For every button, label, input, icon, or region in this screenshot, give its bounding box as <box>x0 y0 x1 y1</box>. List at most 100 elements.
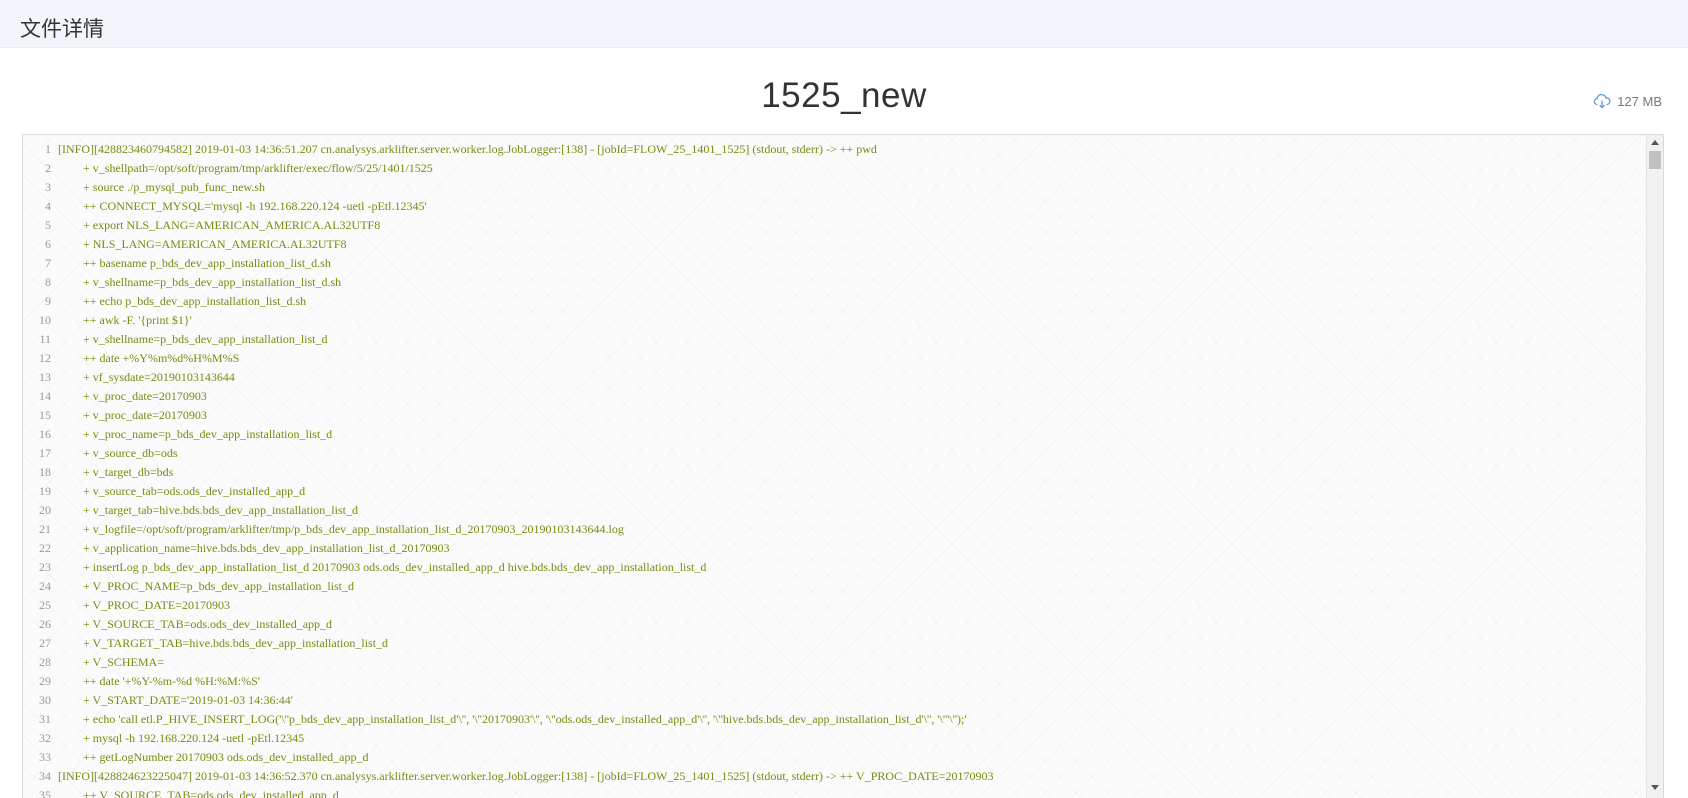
download-link[interactable]: 127 MB <box>1593 93 1662 109</box>
log-line: 11 + v_shellname=p_bds_dev_app_installati… <box>23 330 1647 349</box>
log-line-text: + v_application_name=hive.bds.bds_dev_ap… <box>83 541 450 555</box>
line-number: 1 <box>45 142 51 156</box>
log-line-text: + v_target_tab=hive.bds.bds_dev_app_inst… <box>83 503 358 517</box>
line-number: 11 <box>39 332 51 346</box>
log-viewer[interactable]: 1 [INFO][428823460794582] 2019-01-03 14:3… <box>22 134 1664 798</box>
line-number: 30 <box>39 693 51 707</box>
log-line: 26 + V_SOURCE_TAB=ods.ods_dev_installed_a… <box>23 615 1647 634</box>
log-line: 12 ++ date +%Y%m%d%H%M%S <box>23 349 1647 368</box>
log-line-text: ++ date '+%Y-%m-%d %H:%M:%S' <box>83 674 260 688</box>
scroll-down-arrow-icon[interactable] <box>1651 785 1659 790</box>
line-number: 32 <box>39 731 51 745</box>
log-line-text: + insertLog p_bds_dev_app_installation_l… <box>83 560 707 574</box>
line-number: 5 <box>45 218 51 232</box>
log-line: 23 + insertLog p_bds_dev_app_installation… <box>23 558 1647 577</box>
scrollbar[interactable] <box>1646 135 1663 798</box>
log-line-text: + mysql -h 192.168.220.124 -uetl -pEtl.1… <box>83 731 305 745</box>
line-number: 4 <box>45 199 51 213</box>
log-line: 28 + V_SCHEMA= <box>23 653 1647 672</box>
log-line: 18 + v_target_db=bds <box>23 463 1647 482</box>
line-number: 22 <box>39 541 51 555</box>
log-line-text: + V_SOURCE_TAB=ods.ods_dev_installed_app… <box>83 617 333 631</box>
line-number: 28 <box>39 655 51 669</box>
line-number: 20 <box>39 503 51 517</box>
log-line-text: [INFO][428824623225047] 2019-01-03 14:36… <box>58 769 994 783</box>
file-size-label: 127 MB <box>1617 93 1662 109</box>
log-line: 22 + v_application_name=hive.bds.bds_dev_… <box>23 539 1647 558</box>
log-line: 31 + echo 'call etl.P_HIVE_INSERT_LOG('\'… <box>23 710 1647 729</box>
log-line-text: + v_shellname=p_bds_dev_app_installation… <box>83 275 342 289</box>
line-number: 3 <box>45 180 51 194</box>
log-line: 35 ++ V_SOURCE_TAB=ods.ods_dev_installed_… <box>23 786 1647 798</box>
log-line: 33 ++ getLogNumber 20170903 ods.ods_dev_i… <box>23 748 1647 767</box>
log-line-text: ++ V_SOURCE_TAB=ods.ods_dev_installed_ap… <box>83 788 339 798</box>
line-number: 19 <box>39 484 51 498</box>
line-number: 21 <box>39 522 51 536</box>
line-number: 27 <box>39 636 51 650</box>
log-line-text: + echo 'call etl.P_HIVE_INSERT_LOG('\''p… <box>83 712 967 726</box>
log-line: 9 ++ echo p_bds_dev_app_installation_list… <box>23 292 1647 311</box>
line-number: 26 <box>39 617 51 631</box>
log-line: 24 + V_PROC_NAME=p_bds_dev_app_installati… <box>23 577 1647 596</box>
log-line-text: + v_proc_name=p_bds_dev_app_installation… <box>83 427 333 441</box>
page-title: 文件详情 <box>20 17 104 41</box>
log-line: 30 + V_START_DATE='2019-01-03 14:36:44' <box>23 691 1647 710</box>
log-line: 32 + mysql -h 192.168.220.124 -uetl -pEtl… <box>23 729 1647 748</box>
log-line-text: + v_source_db=ods <box>83 446 178 460</box>
log-line: 8 + v_shellname=p_bds_dev_app_installatio… <box>23 273 1647 292</box>
log-line: 19 + v_source_tab=ods.ods_dev_installed_a… <box>23 482 1647 501</box>
log-line: 17 + v_source_db=ods <box>23 444 1647 463</box>
line-number: 29 <box>39 674 51 688</box>
line-number: 8 <box>45 275 51 289</box>
log-line: 13 + vf_sysdate=20190103143644 <box>23 368 1647 387</box>
log-line-text: [INFO][428823460794582] 2019-01-03 14:36… <box>58 142 877 156</box>
log-line-text: + export NLS_LANG=AMERICAN_AMERICA.AL32U… <box>83 218 381 232</box>
line-number: 35 <box>39 788 51 798</box>
line-number: 9 <box>45 294 51 308</box>
line-number: 10 <box>39 313 51 327</box>
log-line-text: + V_PROC_NAME=p_bds_dev_app_installation… <box>83 579 354 593</box>
line-number: 15 <box>39 408 51 422</box>
log-line-text: + V_TARGET_TAB=hive.bds.bds_dev_app_inst… <box>83 636 389 650</box>
line-number: 33 <box>39 750 51 764</box>
log-line: 34 [INFO][428824623225047] 2019-01-03 14:… <box>23 767 1647 786</box>
scroll-up-arrow-icon[interactable] <box>1651 140 1659 145</box>
log-lines: 1 [INFO][428823460794582] 2019-01-03 14:3… <box>23 140 1647 798</box>
line-number: 17 <box>39 446 51 460</box>
line-number: 2 <box>45 161 51 175</box>
log-line: 6 + NLS_LANG=AMERICAN_AMERICA.AL32UTF8 <box>23 235 1647 254</box>
log-line-text: + v_shellname=p_bds_dev_app_installation… <box>83 332 328 346</box>
line-number: 18 <box>39 465 51 479</box>
log-line: 21 + v_logfile=/opt/soft/program/arklifte… <box>23 520 1647 539</box>
log-line: 5 + export NLS_LANG=AMERICAN_AMERICA.AL32… <box>23 216 1647 235</box>
log-line-text: + source ./p_mysql_pub_func_new.sh <box>83 180 265 194</box>
line-number: 31 <box>39 712 51 726</box>
log-line-text: ++ awk -F. '{print $1}' <box>83 313 192 327</box>
log-line-text: + v_logfile=/opt/soft/program/arklifter/… <box>83 522 624 536</box>
scrollbar-thumb[interactable] <box>1649 151 1661 169</box>
log-line: 7 ++ basename p_bds_dev_app_installation_… <box>23 254 1647 273</box>
file-name: 1525_new <box>761 76 927 115</box>
line-number: 7 <box>45 256 51 270</box>
log-line: 14 + v_proc_date=20170903 <box>23 387 1647 406</box>
log-line-text: + NLS_LANG=AMERICAN_AMERICA.AL32UTF8 <box>83 237 347 251</box>
line-number: 6 <box>45 237 51 251</box>
log-line: 20 + v_target_tab=hive.bds.bds_dev_app_in… <box>23 501 1647 520</box>
log-line-text: ++ getLogNumber 20170903 ods.ods_dev_ins… <box>83 750 369 764</box>
log-line: 27 + V_TARGET_TAB=hive.bds.bds_dev_app_in… <box>23 634 1647 653</box>
log-line-text: + V_PROC_DATE=20170903 <box>83 598 230 612</box>
log-line-text: ++ CONNECT_MYSQL='mysql -h 192.168.220.1… <box>83 199 427 213</box>
log-line: 16 + v_proc_name=p_bds_dev_app_installati… <box>23 425 1647 444</box>
log-line-text: + v_target_db=bds <box>83 465 174 479</box>
log-line: 2 + v_shellpath=/opt/soft/program/tmp/ark… <box>23 159 1647 178</box>
log-line: 1 [INFO][428823460794582] 2019-01-03 14:3… <box>23 140 1647 159</box>
line-number: 14 <box>39 389 51 403</box>
log-line-text: ++ echo p_bds_dev_app_installation_list_… <box>83 294 307 308</box>
log-line: 4 ++ CONNECT_MYSQL='mysql -h 192.168.220.… <box>23 197 1647 216</box>
log-line: 25 + V_PROC_DATE=20170903 <box>23 596 1647 615</box>
log-line: 3 + source ./p_mysql_pub_func_new.sh <box>23 178 1647 197</box>
log-line-text: + vf_sysdate=20190103143644 <box>83 370 235 384</box>
cloud-download-icon[interactable] <box>1593 93 1611 109</box>
log-line-text: ++ basename p_bds_dev_app_installation_l… <box>83 256 331 270</box>
log-line-text: + v_shellpath=/opt/soft/program/tmp/arkl… <box>83 161 433 175</box>
